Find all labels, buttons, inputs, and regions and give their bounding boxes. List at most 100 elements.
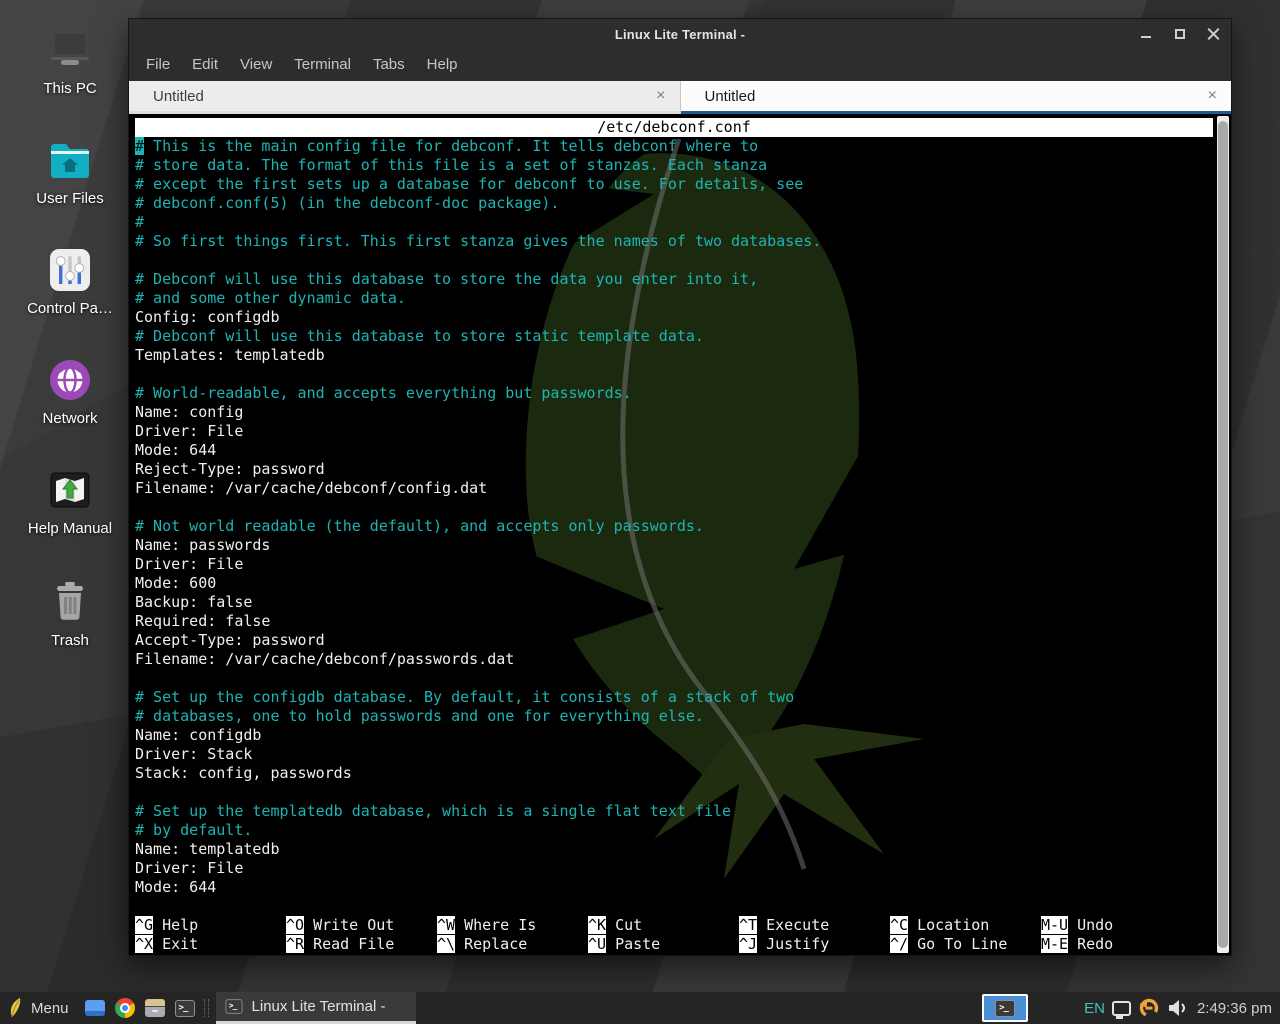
terminal-line: Name: passwords [135, 536, 1213, 555]
nano-editor: GNU nano 7.2 /etc/debconf.conf # This is… [135, 118, 1213, 955]
terminal-line: Stack: config, passwords [135, 764, 1213, 783]
home-folder-icon [46, 138, 94, 182]
trash-icon [46, 580, 94, 624]
taskbar-handle[interactable] [204, 999, 209, 1017]
terminal-scrollbar-thumb[interactable] [1218, 121, 1228, 948]
file-manager-launcher[interactable] [145, 999, 165, 1017]
manual-map-icon [46, 468, 94, 512]
chrome-icon [115, 998, 135, 1018]
linux-lite-logo-icon [8, 997, 25, 1019]
tray-terminal-indicator[interactable]: >_ [982, 994, 1028, 1022]
nano-shortcut: ^CLocation [890, 916, 989, 935]
terminal-line: # and some other dynamic data. [135, 289, 1213, 308]
window-close-icon[interactable] [1207, 27, 1221, 41]
terminal-line: Backup: false [135, 593, 1213, 612]
terminal-line: Reject-Type: password [135, 460, 1213, 479]
sliders-icon [46, 248, 94, 292]
terminal-line: # Debconf will use this database to stor… [135, 327, 1213, 346]
terminal-line: Mode: 600 [135, 574, 1213, 593]
volume-icon[interactable] [1167, 999, 1187, 1017]
terminal-line [135, 365, 1213, 384]
terminal-line: Driver: File [135, 422, 1213, 441]
terminal-line: # World-readable, and accepts everything… [135, 384, 1213, 403]
terminal-line: # store data. The format of this file is… [135, 156, 1213, 175]
nano-shortcut-bar: ^GHelp^OWrite Out^WWhere Is^KCut^TExecut… [135, 916, 1213, 954]
laptop-icon [46, 28, 94, 72]
terminal-line: # debconf.conf(5) (in the debconf-doc pa… [135, 194, 1213, 213]
desktop-icon-this-pc[interactable]: This PC [0, 28, 140, 97]
nano-shortcut: ^TExecute [739, 916, 829, 935]
terminal-line: Accept-Type: password [135, 631, 1213, 650]
terminal-line: # Set up the configdb database. By defau… [135, 688, 1213, 707]
menu-file[interactable]: File [135, 49, 181, 81]
terminal-tab-2[interactable]: Untitled × [681, 81, 1232, 114]
desktop-icon-network[interactable]: Network [0, 358, 140, 427]
terminal-line: # Debconf will use this database to stor… [135, 270, 1213, 289]
nano-buffer: # This is the main config file for debco… [135, 137, 1213, 897]
window-title: Linux Lite Terminal - [615, 27, 745, 42]
tab-label: Untitled [681, 88, 756, 105]
taskbar-window-button[interactable]: >_ Linux Lite Terminal - [216, 992, 416, 1024]
terminal-icon: >_ [175, 1000, 195, 1017]
nano-shortcut: ^KCut [588, 916, 642, 935]
terminal-tab-1[interactable]: Untitled × [129, 81, 681, 114]
window-titlebar[interactable]: Linux Lite Terminal - [129, 19, 1231, 49]
nano-shortcut: ^OWrite Out [286, 916, 394, 935]
terminal-line: Mode: 644 [135, 878, 1213, 897]
menu-help[interactable]: Help [416, 49, 469, 81]
nano-titlebar: GNU nano 7.2 /etc/debconf.conf [135, 118, 1213, 137]
tab-close-icon[interactable]: × [1208, 88, 1217, 104]
terminal-icon: >_ [225, 999, 242, 1013]
keyboard-layout-indicator[interactable]: EN [1084, 1000, 1105, 1017]
nano-shortcut: ^/Go To Line [890, 935, 1007, 954]
desktop-icon-label: Help Manual [0, 520, 140, 537]
nano-shortcut: ^JJustify [739, 935, 829, 954]
terminal-line [135, 251, 1213, 270]
menu-edit[interactable]: Edit [181, 49, 229, 81]
desktop-icon-label: Trash [0, 632, 140, 649]
menu-button[interactable] [8, 997, 25, 1019]
monitor-icon [85, 1000, 105, 1016]
tab-label: Untitled [129, 88, 204, 105]
taskbar: Menu >_ >_ Linux Lite Terminal - >_ EN [0, 992, 1280, 1024]
terminal-line [135, 783, 1213, 802]
chrome-launcher[interactable] [115, 998, 135, 1018]
menu-view[interactable]: View [229, 49, 283, 81]
terminal-pane[interactable]: GNU nano 7.2 /etc/debconf.conf # This is… [129, 114, 1231, 955]
file-manager-icon [145, 999, 165, 1017]
desktop-icon-user-files[interactable]: User Files [0, 138, 140, 207]
menu-tabs[interactable]: Tabs [362, 49, 416, 81]
terminal-scrollbar[interactable] [1217, 116, 1229, 953]
update-manager-icon[interactable] [1138, 997, 1160, 1019]
terminal-line: Name: templatedb [135, 840, 1213, 859]
taskbar-window-label: Linux Lite Terminal - [252, 998, 386, 1015]
terminal-line: Driver: File [135, 555, 1213, 574]
terminal-launcher[interactable]: >_ [175, 1000, 195, 1017]
desktop-icon-trash[interactable]: Trash [0, 580, 140, 649]
terminal-line: # This is the main config file for debco… [135, 137, 1213, 156]
window-maximize-icon[interactable] [1173, 27, 1187, 41]
terminal-line: Config: configdb [135, 308, 1213, 327]
terminal-line: Templates: templatedb [135, 346, 1213, 365]
menu-terminal[interactable]: Terminal [283, 49, 362, 81]
nano-shortcut: ^GHelp [135, 916, 198, 935]
desktop-icon-help-manual[interactable]: Help Manual [0, 468, 140, 537]
menu-button-label[interactable]: Menu [31, 1000, 69, 1017]
terminal-line [135, 498, 1213, 517]
terminal-line: Driver: Stack [135, 745, 1213, 764]
terminal-line: # [135, 213, 1213, 232]
desktop-icon-control-panel[interactable]: Control Pa… [0, 248, 140, 317]
terminal-line: Name: config [135, 403, 1213, 422]
terminal-line [135, 669, 1213, 688]
tab-bar: Untitled × Untitled × [129, 81, 1231, 114]
clock[interactable]: 2:49:36 pm [1197, 1000, 1272, 1017]
nano-shortcut: ^UPaste [588, 935, 660, 954]
terminal-window: Linux Lite Terminal - FileEditViewTermin… [128, 18, 1232, 956]
nano-shortcut: ^XExit [135, 935, 198, 954]
tab-close-icon[interactable]: × [656, 88, 665, 104]
window-minimize-icon[interactable] [1139, 27, 1153, 41]
show-desktop-launcher[interactable] [85, 1000, 105, 1016]
screen-icon[interactable] [1112, 1001, 1131, 1016]
terminal-line: Driver: File [135, 859, 1213, 878]
terminal-line: # So first things first. This first stan… [135, 232, 1213, 251]
